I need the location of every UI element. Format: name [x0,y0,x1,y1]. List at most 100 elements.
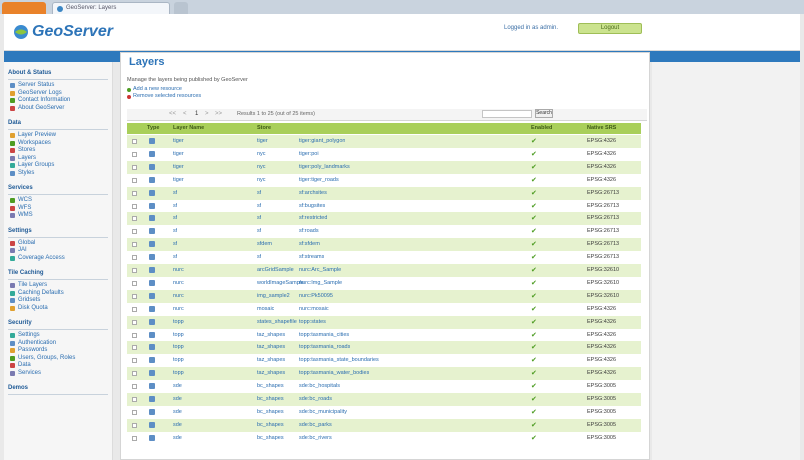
sidebar-item[interactable]: Settings [18,332,40,338]
table-row[interactable]: sf sf sf:restricted ✔ EPSG:26713 [127,212,641,226]
col-enabled[interactable]: Enabled [531,125,552,131]
col-native-srs[interactable]: Native SRS [587,125,616,131]
layer-workspace[interactable]: tiger [173,151,184,157]
layer-workspace[interactable]: sf [173,241,177,247]
logout-button[interactable]: Logout [578,23,642,34]
layer-name[interactable]: sf:restricted [299,215,327,221]
layer-workspace[interactable]: tiger [173,177,184,183]
add-resource-link[interactable]: Add a new resource [133,86,182,92]
brand-logo[interactable]: GeoServer [32,23,113,41]
layer-name[interactable]: tiger:tiger_roads [299,177,339,183]
row-checkbox[interactable] [132,293,137,299]
layer-store[interactable]: sf [257,190,261,196]
layer-workspace[interactable]: sde [173,409,182,415]
row-checkbox[interactable] [132,255,137,261]
sidebar-item[interactable]: Data [18,362,31,368]
layer-store[interactable]: mosaic [257,306,274,312]
sidebar-item[interactable]: Server Status [18,82,54,88]
layer-workspace[interactable]: sde [173,435,182,441]
row-checkbox[interactable] [132,384,137,390]
layer-name[interactable]: sf:archsites [299,190,327,196]
layer-store[interactable]: tiger [257,138,268,144]
layer-workspace[interactable]: tiger [173,164,184,170]
row-checkbox[interactable] [132,242,137,248]
row-checkbox[interactable] [132,397,137,402]
layer-name[interactable]: sde:bc_rivers [299,435,332,441]
layer-workspace[interactable]: nurc [173,293,184,299]
search-input[interactable] [482,110,532,118]
sidebar-item[interactable]: Gridsets [18,297,40,303]
layer-store[interactable]: bc_shapes [257,383,284,389]
table-row[interactable]: sde bc_shapes sde:bc_roads ✔ EPSG:3005 [127,393,641,406]
sidebar-item[interactable]: Caching Defaults [18,290,64,296]
layer-workspace[interactable]: sf [173,254,177,260]
table-row[interactable]: topp taz_shapes topp:tasmania_water_bodies… [127,367,641,381]
layer-name[interactable]: sf:sfdem [299,241,320,247]
row-checkbox[interactable] [132,203,137,209]
layer-name[interactable]: topp:tasmania_cities [299,332,349,338]
layer-workspace[interactable]: sf [173,190,177,196]
row-checkbox[interactable] [132,306,137,312]
row-checkbox[interactable] [132,177,137,183]
col-layer-name[interactable]: Layer Name [173,125,204,131]
layer-workspace[interactable]: topp [173,344,184,350]
layer-workspace[interactable]: topp [173,332,184,338]
layer-name[interactable]: tiger:giant_polygon [299,138,345,144]
layer-workspace[interactable]: nurc [173,280,184,286]
layer-name[interactable]: topp:tasmania_state_boundaries [299,357,379,363]
row-checkbox[interactable] [132,268,137,273]
layer-workspace[interactable]: sf [173,203,177,209]
table-row[interactable]: sde bc_shapes sde:bc_parks ✔ EPSG:3005 [127,418,641,432]
layer-name[interactable]: sf:bugsites [299,203,325,209]
sidebar-item[interactable]: GeoServer Logs [18,90,62,96]
remove-resource-link[interactable]: Remove selected resources [133,93,201,99]
layer-store[interactable]: bc_shapes [257,396,284,402]
layer-store[interactable]: bc_shapes [257,435,284,441]
col-store[interactable]: Store [257,125,271,131]
table-row[interactable]: sde bc_shapes sde:bc_municipality ✔ EPSG:300… [127,406,641,419]
layer-workspace[interactable]: sf [173,215,177,221]
table-row[interactable]: topp taz_shapes topp:tasmania_roads ✔ EPSG:4… [127,341,641,355]
table-row[interactable]: tiger nyc tiger:poi ✔ EPSG:4326 [127,148,641,161]
table-row[interactable]: sde bc_shapes sde:bc_hospitals ✔ EPSG:3005 [127,380,641,393]
layer-store[interactable]: taz_shapes [257,332,285,338]
sidebar-item[interactable]: Tile Layers [18,282,47,288]
layer-store[interactable]: states_shapefile [257,319,297,325]
layer-workspace[interactable]: topp [173,319,184,325]
sidebar-item[interactable]: Layers [18,155,36,161]
sidebar-item[interactable]: WMS [18,212,33,218]
row-checkbox[interactable] [132,345,137,351]
table-row[interactable]: sf sfdem sf:sfdem ✔ EPSG:26713 [127,238,641,252]
sidebar-item[interactable]: Authentication [18,340,56,346]
layer-store[interactable]: worldImageSample [257,280,304,286]
layer-store[interactable]: sf [257,215,261,221]
layer-name[interactable]: topp:states [299,319,326,325]
layer-workspace[interactable]: sde [173,422,182,428]
layer-store[interactable]: arcGridSample [257,267,294,273]
layer-store[interactable]: sf [257,228,261,234]
layer-store[interactable]: nyc [257,164,266,170]
layer-workspace[interactable]: tiger [173,138,184,144]
col-type[interactable]: Type [147,125,159,131]
table-row[interactable]: sf sf sf:bugsites ✔ EPSG:26713 [127,200,641,213]
layer-workspace[interactable]: topp [173,370,184,376]
sidebar-item[interactable]: Global [18,240,35,246]
sidebar-item[interactable]: JAI [18,247,27,253]
layer-name[interactable]: topp:tasmania_roads [299,344,350,350]
row-checkbox[interactable] [132,422,137,428]
next-page-button[interactable]: > [205,111,209,117]
table-row[interactable]: tiger nyc tiger:poly_landmarks ✔ EPSG:4326 [127,160,641,174]
sidebar-item[interactable]: Stores [18,147,35,153]
row-checkbox[interactable] [132,319,137,325]
layer-workspace[interactable]: sde [173,383,182,389]
table-row[interactable]: sde bc_shapes sde:bc_rivers ✔ EPSG:3005 [127,432,641,445]
layer-name[interactable]: nurc:mosaic [299,306,329,312]
layer-workspace[interactable]: sf [173,228,177,234]
table-row[interactable]: topp taz_shapes topp:tasmania_cities ✔ EPSG:… [127,329,641,342]
row-checkbox[interactable] [132,151,137,157]
layer-workspace[interactable]: nurc [173,267,184,273]
row-checkbox[interactable] [132,358,137,364]
table-row[interactable]: nurc mosaic nurc:mosaic ✔ EPSG:4326 [127,303,641,316]
layer-workspace[interactable]: nurc [173,306,184,312]
layer-name[interactable]: nurc:Arc_Sample [299,267,341,273]
